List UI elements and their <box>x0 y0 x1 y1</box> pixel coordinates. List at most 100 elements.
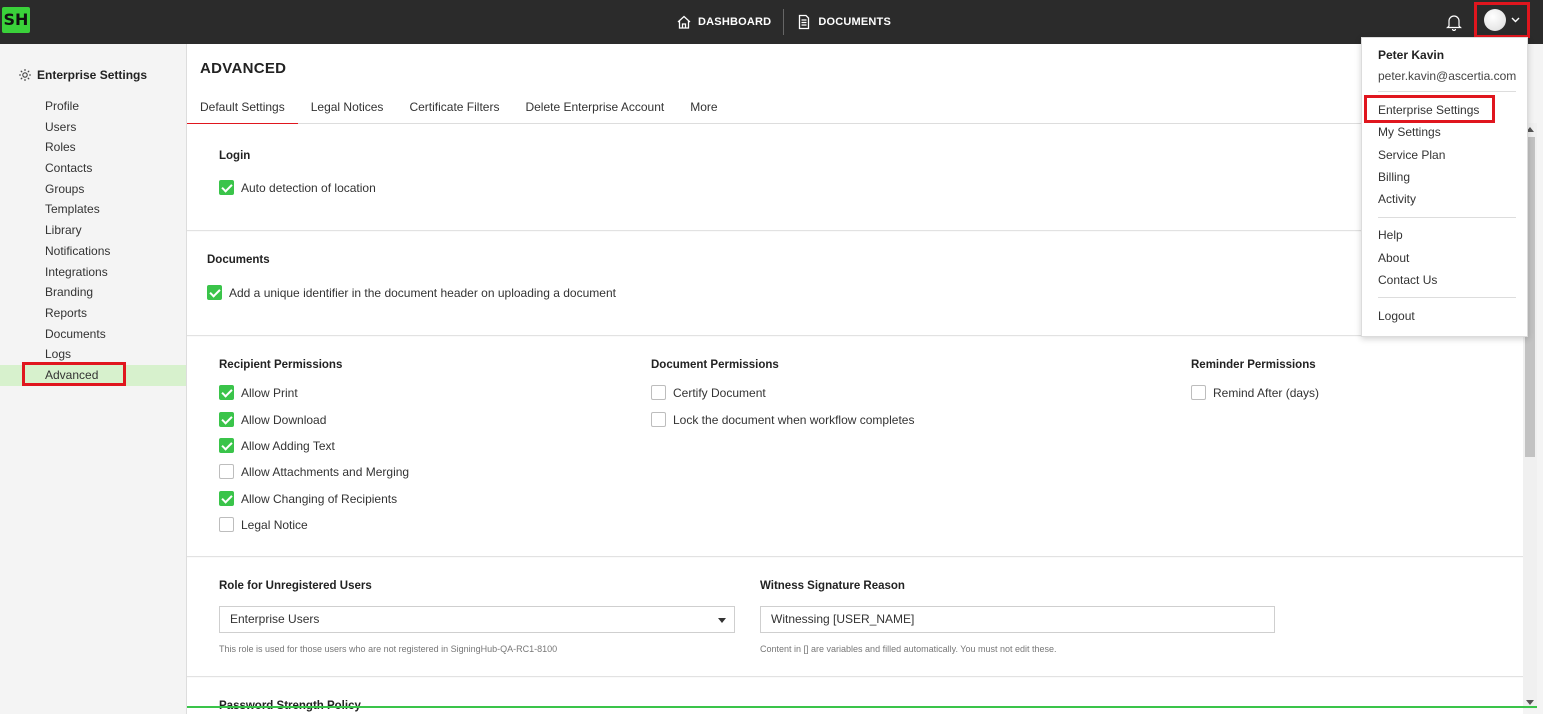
allow-changing-recipients-label: Allow Changing of Recipients <box>241 491 398 506</box>
scroll-down-icon[interactable] <box>1526 700 1534 705</box>
tab-certificate-filters[interactable]: Certificate Filters <box>396 96 512 124</box>
menu-item-about[interactable]: About <box>1378 251 1409 265</box>
allow-attachments-label: Allow Attachments and Merging <box>241 464 410 479</box>
auto-detection-label: Auto detection of location <box>241 180 376 195</box>
page-title: ADVANCED <box>200 60 287 77</box>
reminder-permissions-title: Reminder Permissions <box>1191 359 1316 371</box>
document-icon <box>799 14 810 30</box>
remind-after-label: Remind After (days) <box>1213 385 1320 400</box>
recipient-permissions-title: Recipient Permissions <box>219 359 343 371</box>
sidebar-item-groups[interactable]: Groups <box>0 179 186 200</box>
highlight-box-enterprise-settings <box>1364 95 1495 123</box>
legal-notice-label: Legal Notice <box>241 517 308 532</box>
tab-more[interactable]: More <box>677 96 730 124</box>
certify-document-label: Certify Document <box>673 385 766 400</box>
role-hint: This role is used for those users who ar… <box>219 644 558 654</box>
top-nav: DASHBOARD DOCUMENTS <box>664 0 903 44</box>
menu-item-contact-us[interactable]: Contact Us <box>1378 273 1437 287</box>
user-email: peter.kavin@ascertia.com <box>1378 69 1517 83</box>
login-title: Login <box>219 150 251 162</box>
checkbox-box <box>651 412 666 427</box>
login-section: Login Auto detection of location <box>187 124 1523 231</box>
role-select-value: Enterprise Users <box>230 612 320 626</box>
password-policy-section: Password Strength Policy <box>187 678 1523 714</box>
settings-panel: Login Auto detection of location Documen… <box>187 124 1523 714</box>
sidebar-item-notifications[interactable]: Notifications <box>0 241 186 262</box>
sidebar-item-documents[interactable]: Documents <box>0 324 186 345</box>
sidebar-title: Enterprise Settings <box>37 68 148 82</box>
allow-attachments-checkbox[interactable]: Allow Attachments and Merging <box>219 464 409 479</box>
checkbox-box <box>219 438 234 453</box>
sidebar-item-profile[interactable]: Profile <box>0 96 186 117</box>
allow-adding-text-label: Allow Adding Text <box>241 438 335 453</box>
menu-item-billing[interactable]: Billing <box>1378 170 1410 184</box>
sidebar-heading: Enterprise Settings <box>18 68 147 82</box>
checkbox-box <box>219 464 234 479</box>
auto-detection-checkbox[interactable]: Auto detection of location <box>219 180 376 195</box>
sidebar-item-roles[interactable]: Roles <box>0 137 186 158</box>
unique-identifier-label: Add a unique identifier in the document … <box>229 285 616 300</box>
chevron-down-icon <box>1511 17 1520 23</box>
nav-dashboard[interactable]: DASHBOARD <box>664 11 783 33</box>
menu-item-service-plan[interactable]: Service Plan <box>1378 148 1445 162</box>
app-logo[interactable]: SH <box>2 7 30 33</box>
user-menu-toggle[interactable] <box>1474 2 1530 38</box>
allow-print-label: Allow Print <box>241 385 298 400</box>
bottom-accent-line <box>187 706 1537 708</box>
allow-changing-recipients-checkbox[interactable]: Allow Changing of Recipients <box>219 491 397 506</box>
sidebar: Enterprise Settings Profile Users Roles … <box>0 44 187 714</box>
menu-divider <box>1378 91 1516 92</box>
tab-delete-enterprise-account[interactable]: Delete Enterprise Account <box>512 96 677 124</box>
allow-print-checkbox[interactable]: Allow Print <box>219 385 298 400</box>
sidebar-menu: Profile Users Roles Contacts Groups Temp… <box>0 96 186 386</box>
permissions-section: Recipient Permissions Allow Print Allow … <box>187 337 1523 557</box>
sidebar-item-branding[interactable]: Branding <box>0 282 186 303</box>
remind-after-checkbox[interactable]: Remind After (days) <box>1191 385 1319 400</box>
checkbox-box <box>219 180 234 195</box>
menu-divider <box>1378 217 1516 218</box>
tab-legal-notices[interactable]: Legal Notices <box>298 96 397 124</box>
user-dropdown-menu: Peter Kavin peter.kavin@ascertia.com Ent… <box>1361 37 1528 337</box>
menu-item-help[interactable]: Help <box>1378 228 1403 242</box>
sidebar-item-templates[interactable]: Templates <box>0 199 186 220</box>
witness-reason-input[interactable]: Witnessing [USER_NAME] <box>760 606 1275 633</box>
allow-download-checkbox[interactable]: Allow Download <box>219 412 326 427</box>
allow-adding-text-checkbox[interactable]: Allow Adding Text <box>219 438 335 453</box>
bell-icon[interactable] <box>1446 13 1462 31</box>
witness-hint: Content in [] are variables and filled a… <box>760 644 1057 654</box>
home-icon <box>677 15 691 29</box>
user-name: Peter Kavin <box>1378 48 1445 62</box>
highlight-box-advanced <box>22 362 126 386</box>
sidebar-item-library[interactable]: Library <box>0 220 186 241</box>
menu-item-activity[interactable]: Activity <box>1378 192 1416 206</box>
sidebar-item-integrations[interactable]: Integrations <box>0 262 186 283</box>
allow-download-label: Allow Download <box>241 412 327 427</box>
certify-document-checkbox[interactable]: Certify Document <box>651 385 766 400</box>
menu-divider <box>1378 297 1516 298</box>
role-unregistered-title: Role for Unregistered Users <box>219 580 372 592</box>
role-witness-section: Role for Unregistered Users Enterprise U… <box>187 558 1523 677</box>
checkbox-box <box>651 385 666 400</box>
unique-identifier-checkbox[interactable]: Add a unique identifier in the document … <box>207 285 616 300</box>
lock-document-checkbox[interactable]: Lock the document when workflow complete… <box>651 412 914 427</box>
caret-down-icon <box>718 618 726 623</box>
sidebar-item-contacts[interactable]: Contacts <box>0 158 186 179</box>
tab-default-settings[interactable]: Default Settings <box>187 96 298 126</box>
document-permissions-title: Document Permissions <box>651 359 779 371</box>
nav-documents[interactable]: DOCUMENTS <box>784 11 903 33</box>
checkbox-box <box>219 491 234 506</box>
checkbox-box <box>207 285 222 300</box>
checkbox-box <box>219 412 234 427</box>
legal-notice-checkbox[interactable]: Legal Notice <box>219 517 308 532</box>
checkbox-box <box>1191 385 1206 400</box>
checkbox-box <box>219 385 234 400</box>
menu-item-my-settings[interactable]: My Settings <box>1378 125 1441 139</box>
role-select[interactable]: Enterprise Users <box>219 606 735 633</box>
documents-title: Documents <box>207 254 270 266</box>
top-bar: SH DASHBOARD DOCUMENTS <box>0 0 1543 44</box>
sidebar-item-reports[interactable]: Reports <box>0 303 186 324</box>
nav-dashboard-label: DASHBOARD <box>698 16 772 28</box>
checkbox-box <box>219 517 234 532</box>
sidebar-item-users[interactable]: Users <box>0 117 186 138</box>
menu-item-logout[interactable]: Logout <box>1378 309 1415 323</box>
